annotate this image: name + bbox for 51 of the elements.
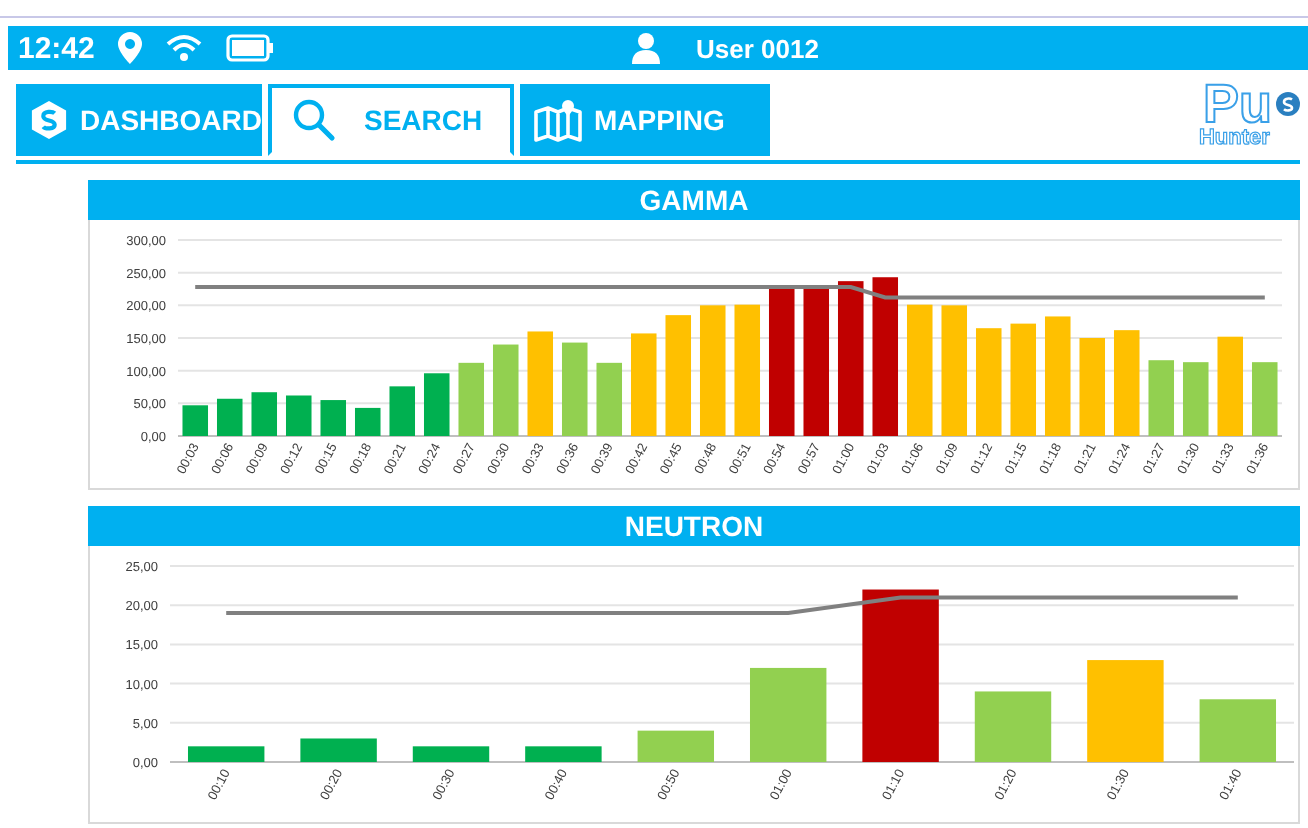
chart-bar: [1010, 323, 1036, 436]
chart-bar: [665, 315, 691, 436]
location-pin-icon: [118, 32, 143, 64]
nav-tab[interactable]: MAPPING: [520, 84, 770, 156]
chart-bar: [974, 691, 1052, 762]
search-icon: [292, 98, 336, 142]
chart-bar: [976, 328, 1002, 436]
chart-bar: [182, 405, 208, 436]
chart-bar: [527, 331, 553, 436]
chart-title: NEUTRON: [88, 506, 1300, 546]
chart-bar: [412, 746, 490, 762]
chart-bar: [1114, 330, 1140, 436]
chart-bar: [1183, 362, 1209, 436]
chart-bar: [631, 333, 657, 436]
chart-bar: [217, 398, 243, 436]
chart-bar: [355, 407, 381, 436]
chart-bar: [1148, 360, 1174, 436]
chart-bar: [320, 400, 346, 436]
chart-bar: [637, 730, 714, 762]
chart-bar: [251, 392, 277, 436]
chart-bar: [700, 305, 726, 436]
chart-bar: [1252, 362, 1278, 436]
user-icon: [632, 32, 660, 64]
nav-tab[interactable]: SEARCH: [268, 84, 514, 156]
chart-bar: [286, 395, 312, 436]
chart-bar: [562, 342, 588, 436]
chart-bar: [458, 362, 484, 436]
chart-bar: [734, 304, 760, 436]
chart-bar: [1217, 336, 1243, 436]
chart-bar: [941, 305, 967, 436]
chart-bar: [1079, 338, 1105, 436]
chart-bar: [596, 362, 622, 436]
battery-icon: [226, 34, 275, 62]
chart-bar: [389, 386, 415, 436]
clock-time: 12:42: [18, 31, 95, 65]
chart-bar: [1199, 699, 1276, 762]
chart-bar: [493, 344, 519, 436]
chart-bar: [424, 373, 450, 436]
chart-bar: [1045, 316, 1071, 436]
chart-bar: [750, 667, 827, 762]
nav-tab[interactable]: DASHBOARD: [16, 84, 262, 156]
chart-bar: [300, 738, 377, 762]
user-name: User 0012: [696, 33, 819, 63]
chart-bar: [1087, 660, 1164, 762]
chart-bar: [907, 304, 933, 436]
chart-title: GAMMA: [88, 180, 1300, 220]
map-icon: [534, 98, 582, 142]
wifi-icon: [166, 34, 203, 62]
chart-bar: [188, 746, 265, 762]
chart-bar: [525, 746, 602, 762]
app-logo: Pu Hunter: [1198, 80, 1272, 150]
